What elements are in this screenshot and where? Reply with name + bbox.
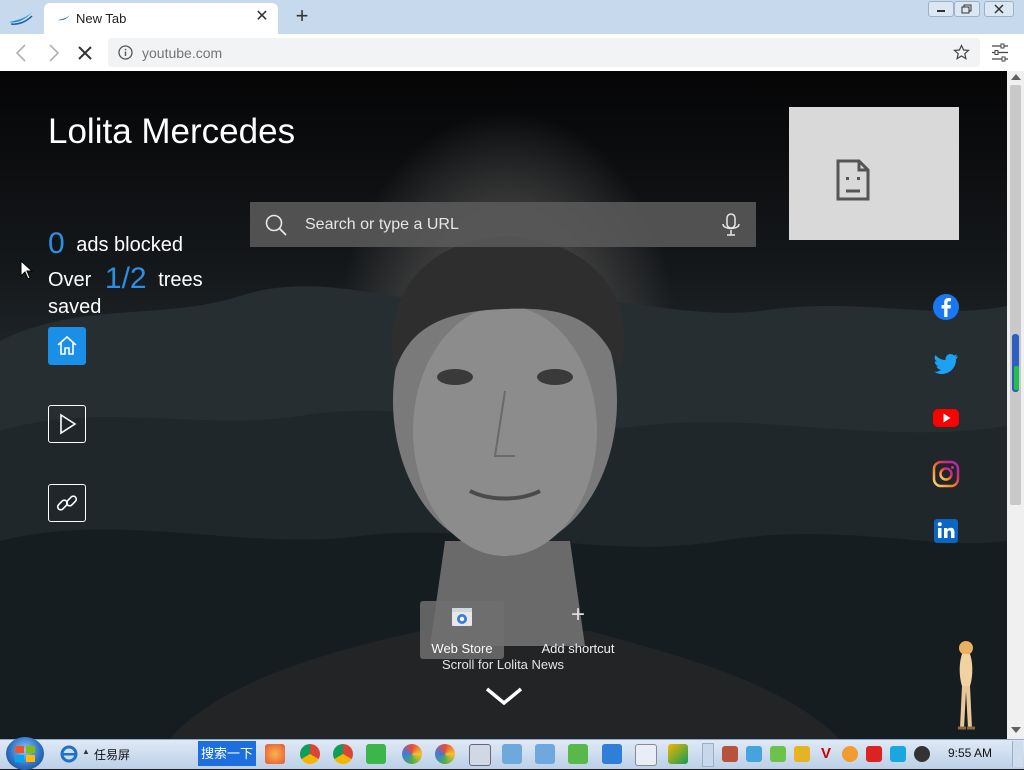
address-bar[interactable] (108, 38, 980, 67)
search-input[interactable] (305, 214, 705, 236)
tray-app-icon-1[interactable] (722, 746, 738, 762)
plus-icon: + (570, 601, 585, 628)
taskbar-chrome-icon-2[interactable] (333, 744, 353, 764)
tab-favicon-icon (58, 15, 70, 21)
taskbar-app-paint-icon[interactable] (265, 744, 285, 764)
chevron-down-icon[interactable] (484, 684, 524, 708)
taskbar-ie-label: 任易屏 (94, 748, 131, 762)
windows-logo-icon (15, 746, 35, 762)
internet-explorer-icon (60, 745, 78, 763)
settings-sliders-icon[interactable] (990, 43, 1010, 62)
link-icon (56, 495, 78, 511)
page-scrollbar[interactable] (1007, 71, 1024, 739)
scroll-up-arrow-icon[interactable] (1011, 74, 1021, 80)
taskbar-media-player-icon[interactable] (668, 744, 688, 764)
mouse-cursor-icon (20, 260, 34, 280)
tray-app-icon-2[interactable] (746, 746, 762, 762)
back-arrow-icon[interactable] (11, 42, 33, 64)
minimize-window-button[interactable] (928, 1, 954, 17)
trees-count: 1/2 (104, 262, 147, 295)
desktop-mascot-figure (958, 641, 975, 730)
trees-saved-stat: Over 1/2 trees saved (48, 262, 218, 321)
taskbar-clock[interactable]: 9:55 AM (948, 746, 992, 760)
tray-volume-icon[interactable] (914, 746, 930, 762)
taskbar-shield-icon-2[interactable] (535, 744, 555, 764)
ads-blocked-stat: 0 ads blocked (48, 227, 183, 261)
tab-title: New Tab (76, 11, 127, 26)
browser-toolbar (0, 34, 1024, 72)
home-button[interactable] (48, 327, 86, 365)
show-desktop-button[interactable] (1012, 741, 1023, 767)
ads-blocked-count: 0 (48, 227, 65, 260)
add-shortcut-button[interactable]: + Add shortcut (530, 601, 626, 659)
trees-prefix: Over (48, 269, 92, 291)
site-info-icon[interactable] (118, 45, 133, 60)
microphone-icon[interactable] (720, 213, 742, 237)
web-store-label: Web Store (431, 641, 493, 656)
search-box[interactable] (250, 202, 756, 247)
tray-app-icon-3[interactable] (770, 746, 786, 762)
taskbar-browser-icon[interactable] (402, 744, 422, 764)
taskbar-computer-icon[interactable] (469, 744, 491, 766)
broken-image-icon (836, 159, 870, 201)
web-store-icon (452, 608, 472, 626)
restore-window-button[interactable] (954, 1, 980, 17)
broken-image-placeholder (789, 107, 959, 240)
tab-strip: New Tab ✕ + (0, 0, 1024, 34)
forward-arrow-icon[interactable] (42, 42, 64, 64)
tray-network-icon[interactable] (890, 746, 906, 762)
browser-logo-icon[interactable] (8, 8, 34, 26)
close-tab-icon[interactable]: ✕ (254, 9, 270, 25)
user-name-heading: Lolita Mercedes (48, 112, 296, 151)
youtube-icon[interactable] (931, 403, 961, 433)
bookmark-star-icon[interactable] (953, 44, 970, 61)
linkedin-icon[interactable] (931, 516, 961, 546)
taskbar-mouse-icon[interactable] (635, 744, 657, 766)
taskbar-search-button[interactable]: 搜索一下 (198, 741, 256, 766)
taskbar-cursor-app-icon[interactable] (602, 744, 622, 764)
shortcut-web-store[interactable]: Web Store (420, 601, 504, 659)
tray-expand-arrow-icon[interactable] (702, 743, 714, 767)
ads-blocked-label: ads blocked (76, 234, 183, 256)
tab-new-tab[interactable]: New Tab ✕ (44, 3, 278, 34)
home-icon (57, 335, 77, 355)
windows-taskbar: ▲ 任易屏 搜索一下 V 9:55 AM (0, 737, 1024, 770)
facebook-icon[interactable] (931, 292, 961, 322)
tray-v-icon[interactable]: V (818, 746, 834, 762)
taskbar-ie-app[interactable]: ▲ 任易屏 (56, 742, 194, 766)
new-tab-button[interactable]: + (292, 5, 312, 27)
tray-search-icon[interactable] (842, 746, 858, 762)
search-icon (265, 214, 287, 236)
play-icon (60, 413, 77, 435)
taskbar-game-icon[interactable] (568, 744, 588, 764)
start-button[interactable] (6, 737, 44, 770)
scroll-down-arrow-icon[interactable] (1011, 727, 1021, 733)
video-button[interactable] (48, 405, 86, 443)
taskbar-browser-icon-2[interactable] (435, 744, 455, 764)
scroll-for-news-prompt: Scroll for Lolita News (441, 657, 565, 672)
tray-flag-icon[interactable] (866, 746, 882, 762)
taskbar-iqiyi-icon[interactable] (366, 744, 386, 764)
taskbar-shield-icon[interactable] (502, 744, 522, 764)
stop-loading-icon[interactable] (74, 42, 96, 64)
side-widget-indicator-green (1014, 366, 1019, 390)
add-shortcut-label: Add shortcut (541, 641, 615, 656)
twitter-icon[interactable] (931, 348, 961, 378)
url-input[interactable] (142, 42, 922, 63)
close-window-button[interactable] (984, 1, 1014, 17)
instagram-icon[interactable] (931, 459, 961, 489)
taskbar-chrome-icon[interactable] (300, 744, 320, 764)
links-button[interactable] (48, 484, 86, 522)
tray-app-icon-4[interactable] (794, 746, 810, 762)
new-tab-page: Lolita Mercedes 0 ads blocked Over 1/2 t… (0, 71, 1007, 739)
scrollbar-thumb[interactable] (1010, 85, 1021, 505)
taskbar-dropdown-arrow-icon[interactable]: ▲ (82, 747, 90, 756)
